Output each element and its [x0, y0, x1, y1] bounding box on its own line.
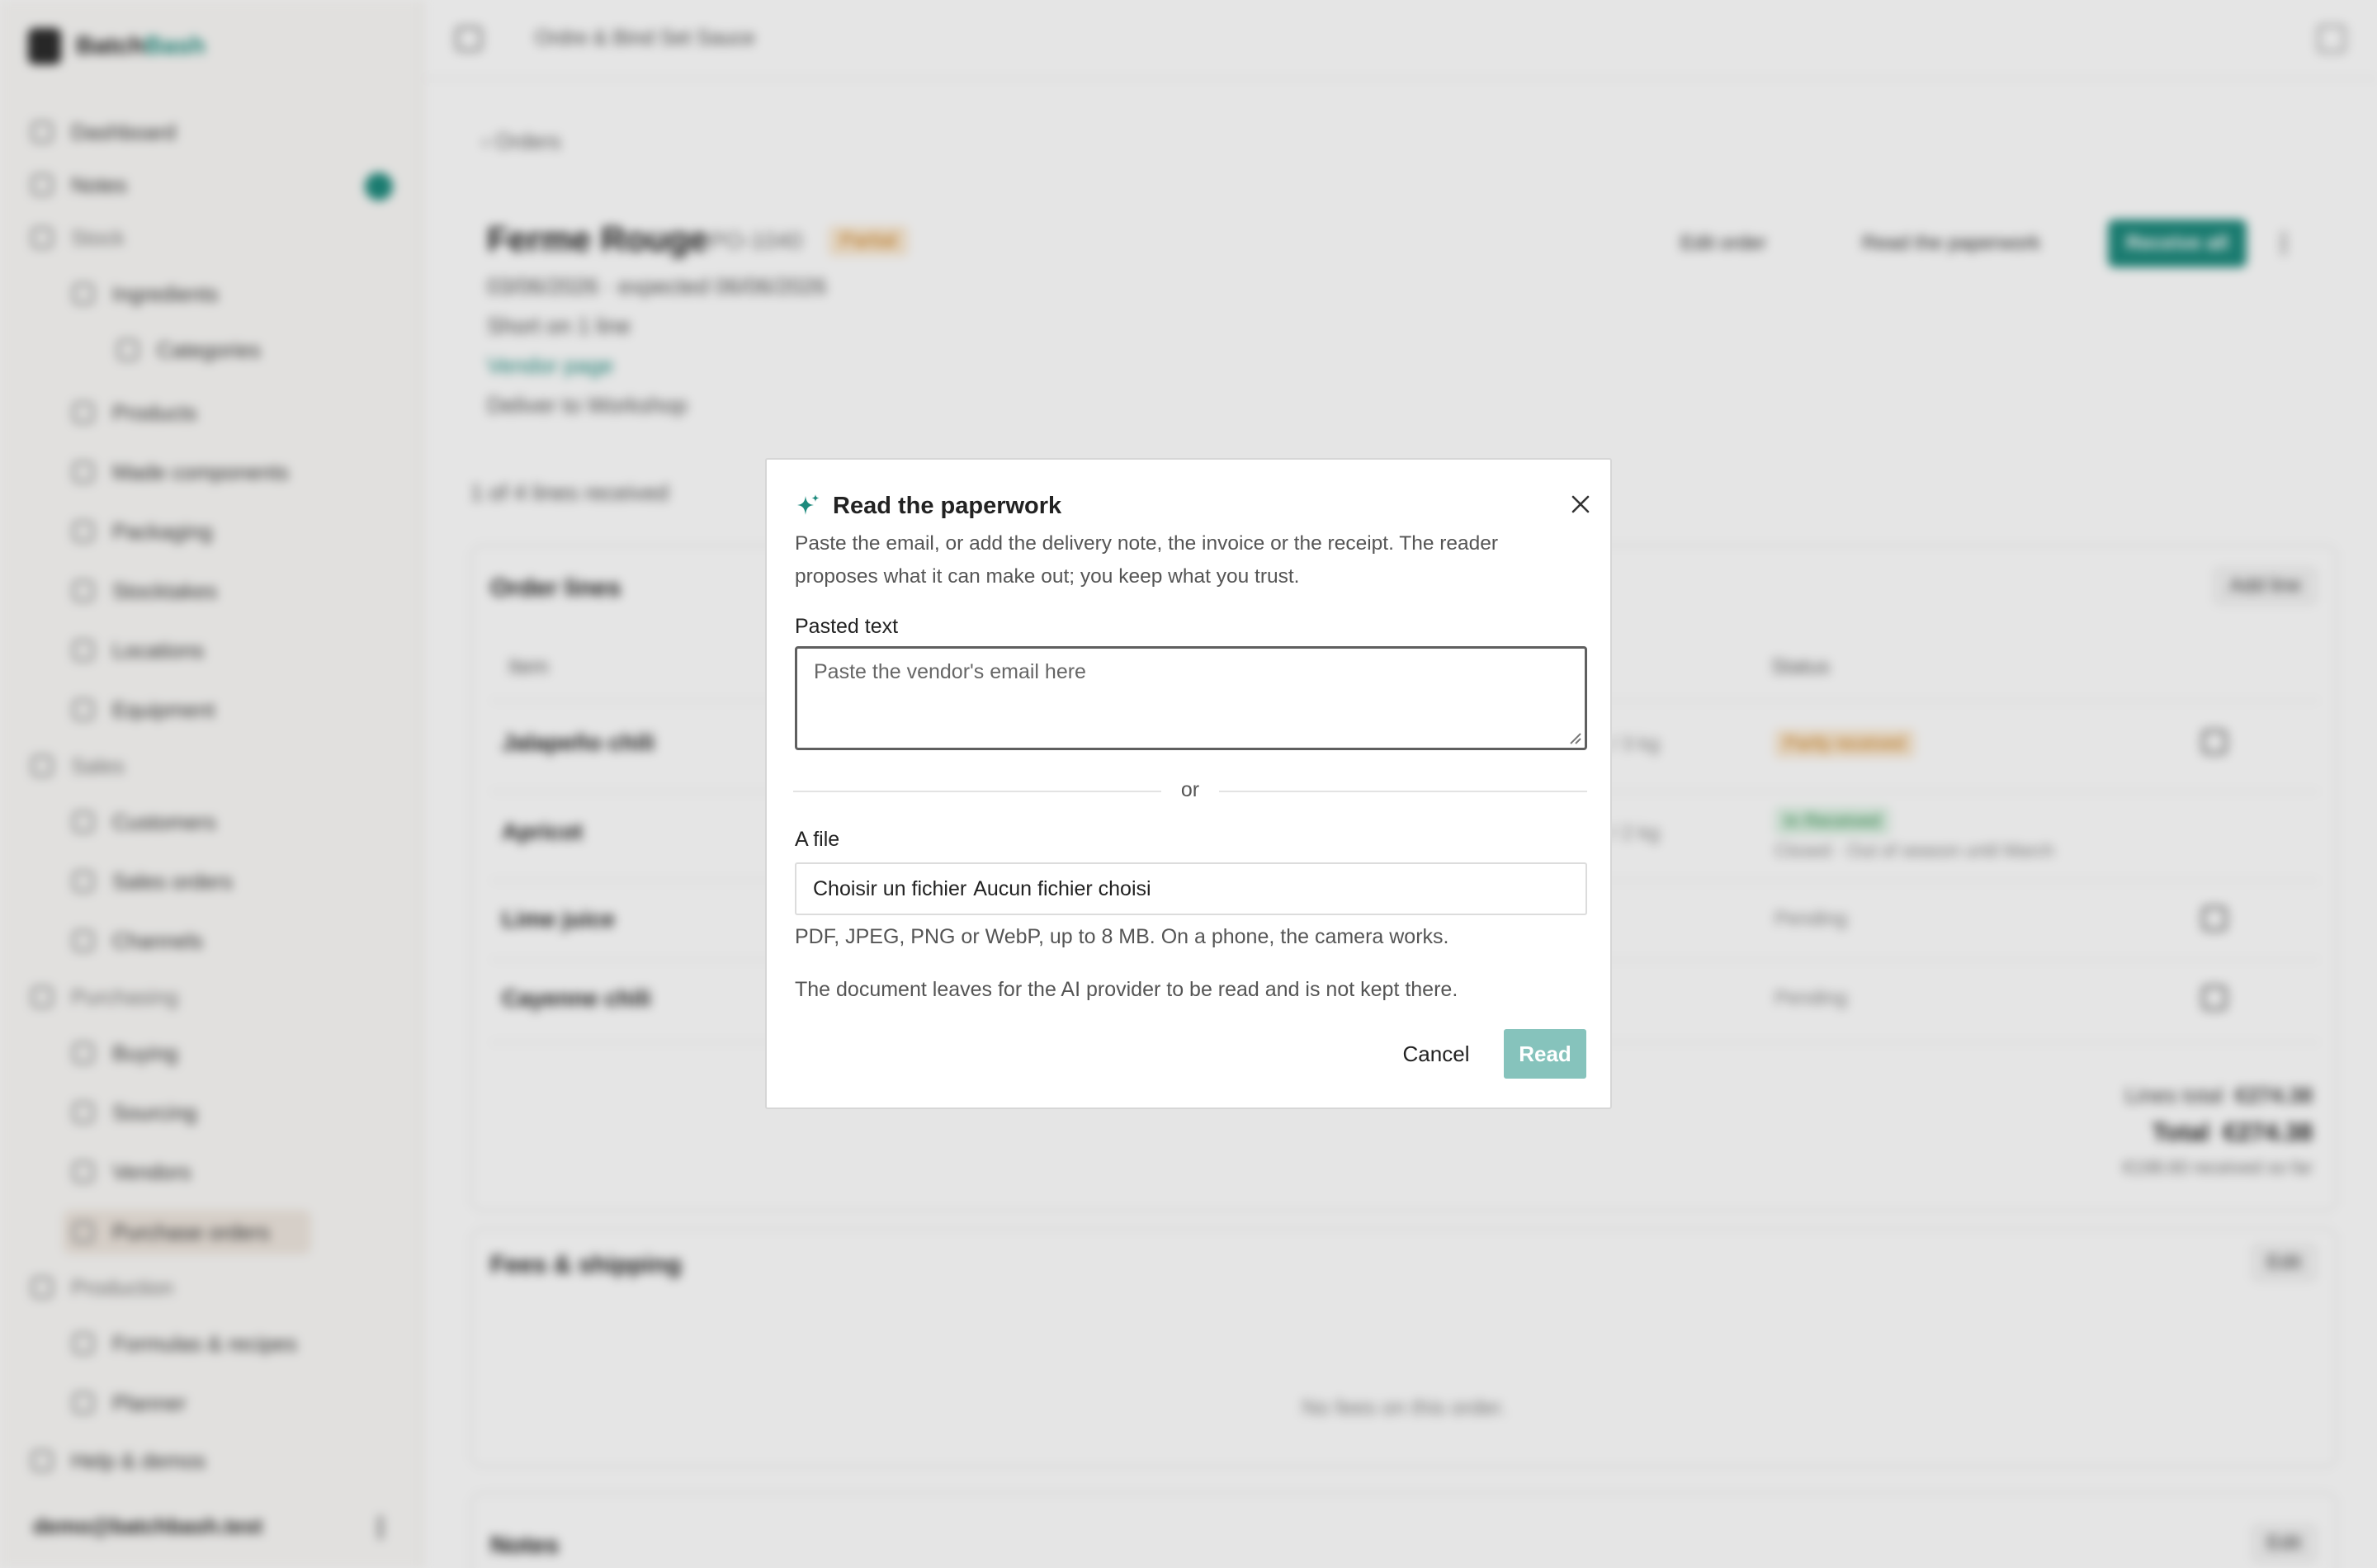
close-button[interactable] [1564, 488, 1597, 521]
read-button[interactable]: Read [1504, 1029, 1586, 1079]
read-paperwork-dialog: Read the paperwork Paste the email, or a… [765, 458, 1612, 1109]
sparkle-icon [797, 494, 820, 515]
dialog-description: Paste the email, or add the delivery not… [795, 532, 1499, 588]
dialog-title: Read the paperwork [833, 492, 1062, 519]
divider [1219, 791, 1587, 792]
or-separator: or [1180, 778, 1200, 801]
resize-handle-icon[interactable] [1567, 730, 1582, 745]
file-status: Aucun fichier choisi [973, 876, 1151, 900]
close-icon [1571, 495, 1590, 513]
pasted-text-input[interactable] [795, 646, 1587, 750]
file-input[interactable]: Choisir un fichier Aucun fichier choisi [795, 862, 1587, 915]
choose-file-button[interactable]: Choisir un fichier [813, 877, 966, 901]
file-label: A file [795, 828, 840, 851]
cancel-button[interactable]: Cancel [1391, 1029, 1481, 1079]
pasted-text-label: Pasted text [795, 615, 899, 638]
dialog-header: Read the paperwork [795, 489, 1061, 522]
file-hint: PDF, JPEG, PNG or WebP, up to 8 MB. On a… [795, 925, 1449, 948]
divider [793, 791, 1161, 792]
privacy-note: The document leaves for the AI provider … [795, 978, 1458, 1001]
